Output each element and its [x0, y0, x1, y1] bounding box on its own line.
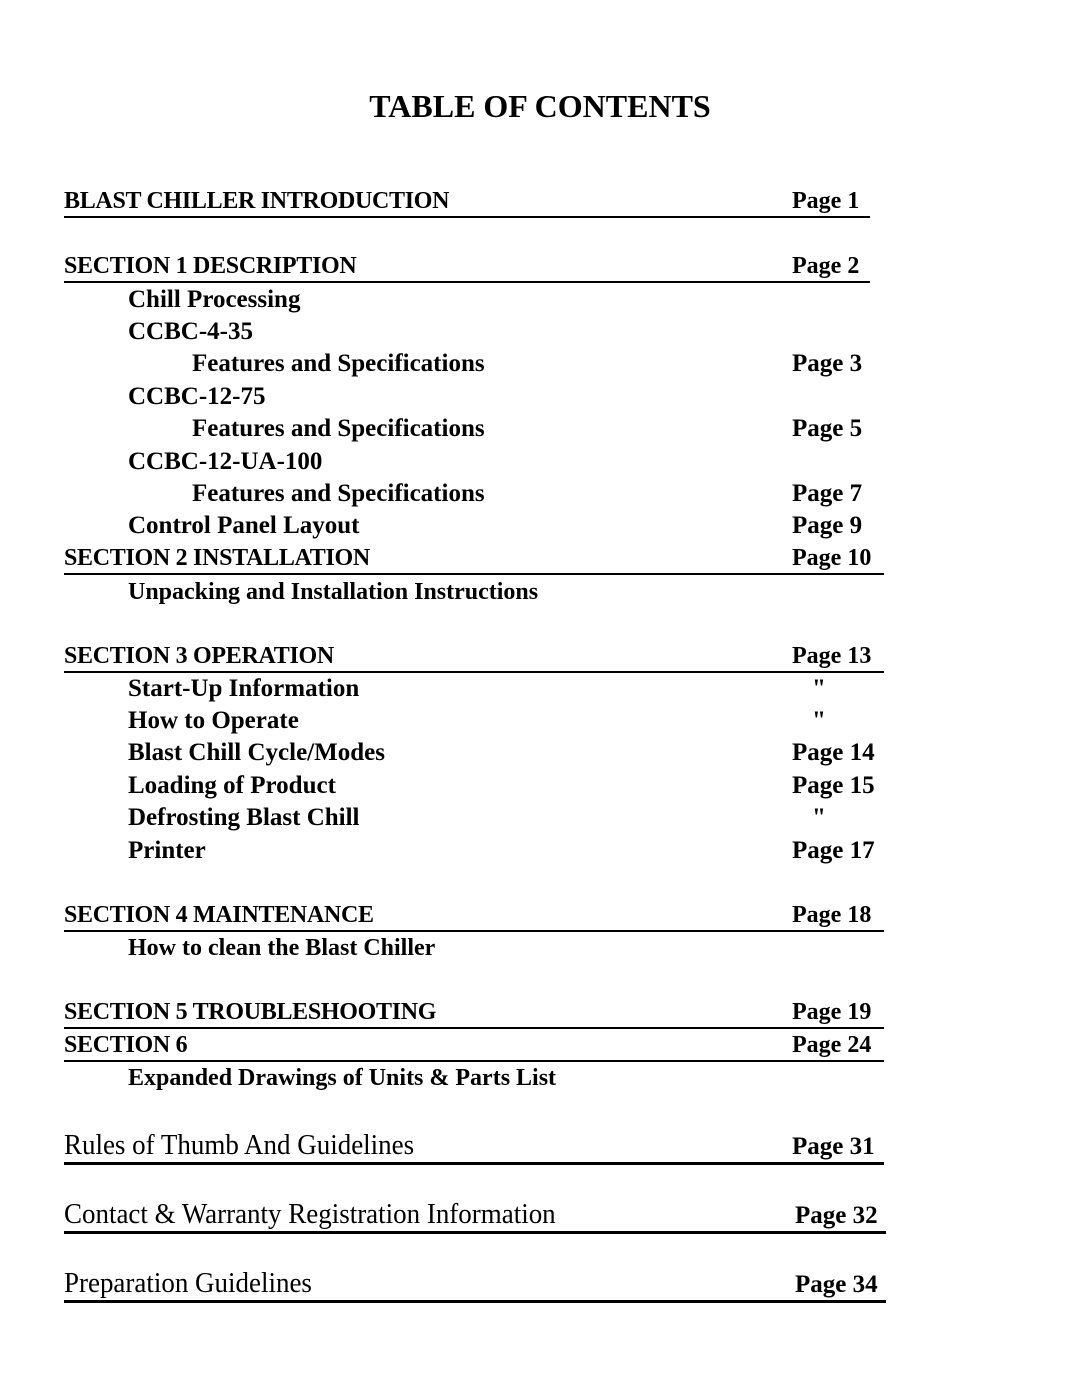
toc-entry-label: CCBC-12-UA-100 — [128, 448, 323, 475]
toc-entry-label: Contact & Warranty Registration Informat… — [64, 1198, 556, 1230]
toc-entry-label: BLAST CHILLER INTRODUCTION — [64, 188, 450, 214]
toc-entry-label: SECTION 3 OPERATION — [64, 643, 334, 669]
toc-entry-label: Features and Specifications — [192, 415, 485, 442]
toc-entry-label: Chill Processing — [128, 286, 301, 313]
ditto-mark: " — [812, 675, 826, 702]
toc-entry-label: SECTION 2 INSTALLATION — [64, 545, 370, 571]
toc-entry-page: Page 15 — [792, 772, 875, 799]
toc-entry-page: Page 3 — [792, 350, 863, 377]
toc-entry-label: CCBC-12-75 — [128, 383, 266, 410]
toc-entry-section-3[interactable]: SECTION 3 OPERATION Page 13 — [64, 641, 884, 673]
toc-entry-label: Blast Chill Cycle/Modes — [128, 739, 385, 766]
toc-entry-page: Page 19 — [792, 999, 872, 1025]
toc-entry-label: Control Panel Layout — [128, 512, 360, 539]
toc-entry-label: Rules of Thumb And Guidelines — [64, 1129, 415, 1161]
toc-entry-page: Page 1 — [792, 188, 860, 214]
toc-entry-label: CCBC-4-35 — [128, 318, 253, 345]
toc-entry-page: Page 17 — [792, 837, 875, 864]
toc-entry-label: SECTION 1 DESCRIPTION — [64, 253, 357, 279]
toc-entry-label: Expanded Drawings of Units & Parts List — [128, 1065, 557, 1091]
toc-entry-label: SECTION 5 TROUBLESHOOTING — [64, 999, 437, 1025]
toc-entry-section-4[interactable]: SECTION 4 MAINTENANCE Page 18 — [64, 900, 884, 932]
toc-entry-label: How to Operate — [128, 707, 299, 734]
toc-entry-rules-of-thumb[interactable]: Rules of Thumb And Guidelines Page 31 — [64, 1128, 884, 1165]
toc-entry-introduction[interactable]: BLAST CHILLER INTRODUCTION Page 1 — [64, 186, 870, 218]
toc-entry-label: SECTION 6 — [64, 1032, 188, 1058]
toc-entry-page: Page 9 — [792, 512, 863, 539]
toc-entry-page: Page 24 — [792, 1032, 872, 1058]
toc-entry-label: Features and Specifications — [192, 480, 485, 507]
toc-entry-label: Preparation Guidelines — [64, 1267, 312, 1299]
toc-entry-label: Unpacking and Installation Instructions — [128, 579, 539, 605]
toc-entry-label: SECTION 4 MAINTENANCE — [64, 902, 374, 928]
toc-entry-page: Page 32 — [795, 1202, 878, 1229]
ditto-mark: " — [812, 707, 826, 734]
toc-entry-page: Page 13 — [792, 643, 872, 669]
toc-entry-section-6[interactable]: SECTION 6 Page 24 — [64, 1030, 884, 1062]
toc-entry-page: Page 31 — [792, 1133, 875, 1160]
toc-entry-section-2[interactable]: SECTION 2 INSTALLATION Page 10 — [64, 543, 884, 575]
page-title: TABLE OF CONTENTS — [369, 88, 711, 124]
toc-entry-label: How to clean the Blast Chiller — [128, 935, 436, 961]
toc-entry-label: Features and Specifications — [192, 350, 485, 377]
toc-entry-page: Page 2 — [792, 253, 860, 279]
toc-entry-label: Defrosting Blast Chill — [128, 804, 360, 831]
toc-entry-page: Page 5 — [792, 415, 863, 442]
toc-entry-label: Printer — [128, 837, 206, 864]
toc-entry-section-5[interactable]: SECTION 5 TROUBLESHOOTING Page 19 — [64, 997, 884, 1029]
toc-entry-page: Page 7 — [792, 480, 863, 507]
toc-entry-section-1[interactable]: SECTION 1 DESCRIPTION Page 2 — [64, 251, 870, 283]
toc-entry-page: Page 14 — [792, 739, 875, 766]
toc-entry-preparation-guidelines[interactable]: Preparation Guidelines Page 34 — [64, 1266, 886, 1303]
toc-entry-page: Page 10 — [792, 545, 872, 571]
ditto-mark: " — [812, 804, 826, 831]
toc-entry-page: Page 34 — [795, 1271, 878, 1298]
toc-entry-label: Loading of Product — [128, 772, 336, 799]
toc-entry-page: Page 18 — [792, 902, 872, 928]
toc-entry-label: Start-Up Information — [128, 675, 360, 702]
toc-entry-contact-warranty[interactable]: Contact & Warranty Registration Informat… — [64, 1197, 886, 1234]
